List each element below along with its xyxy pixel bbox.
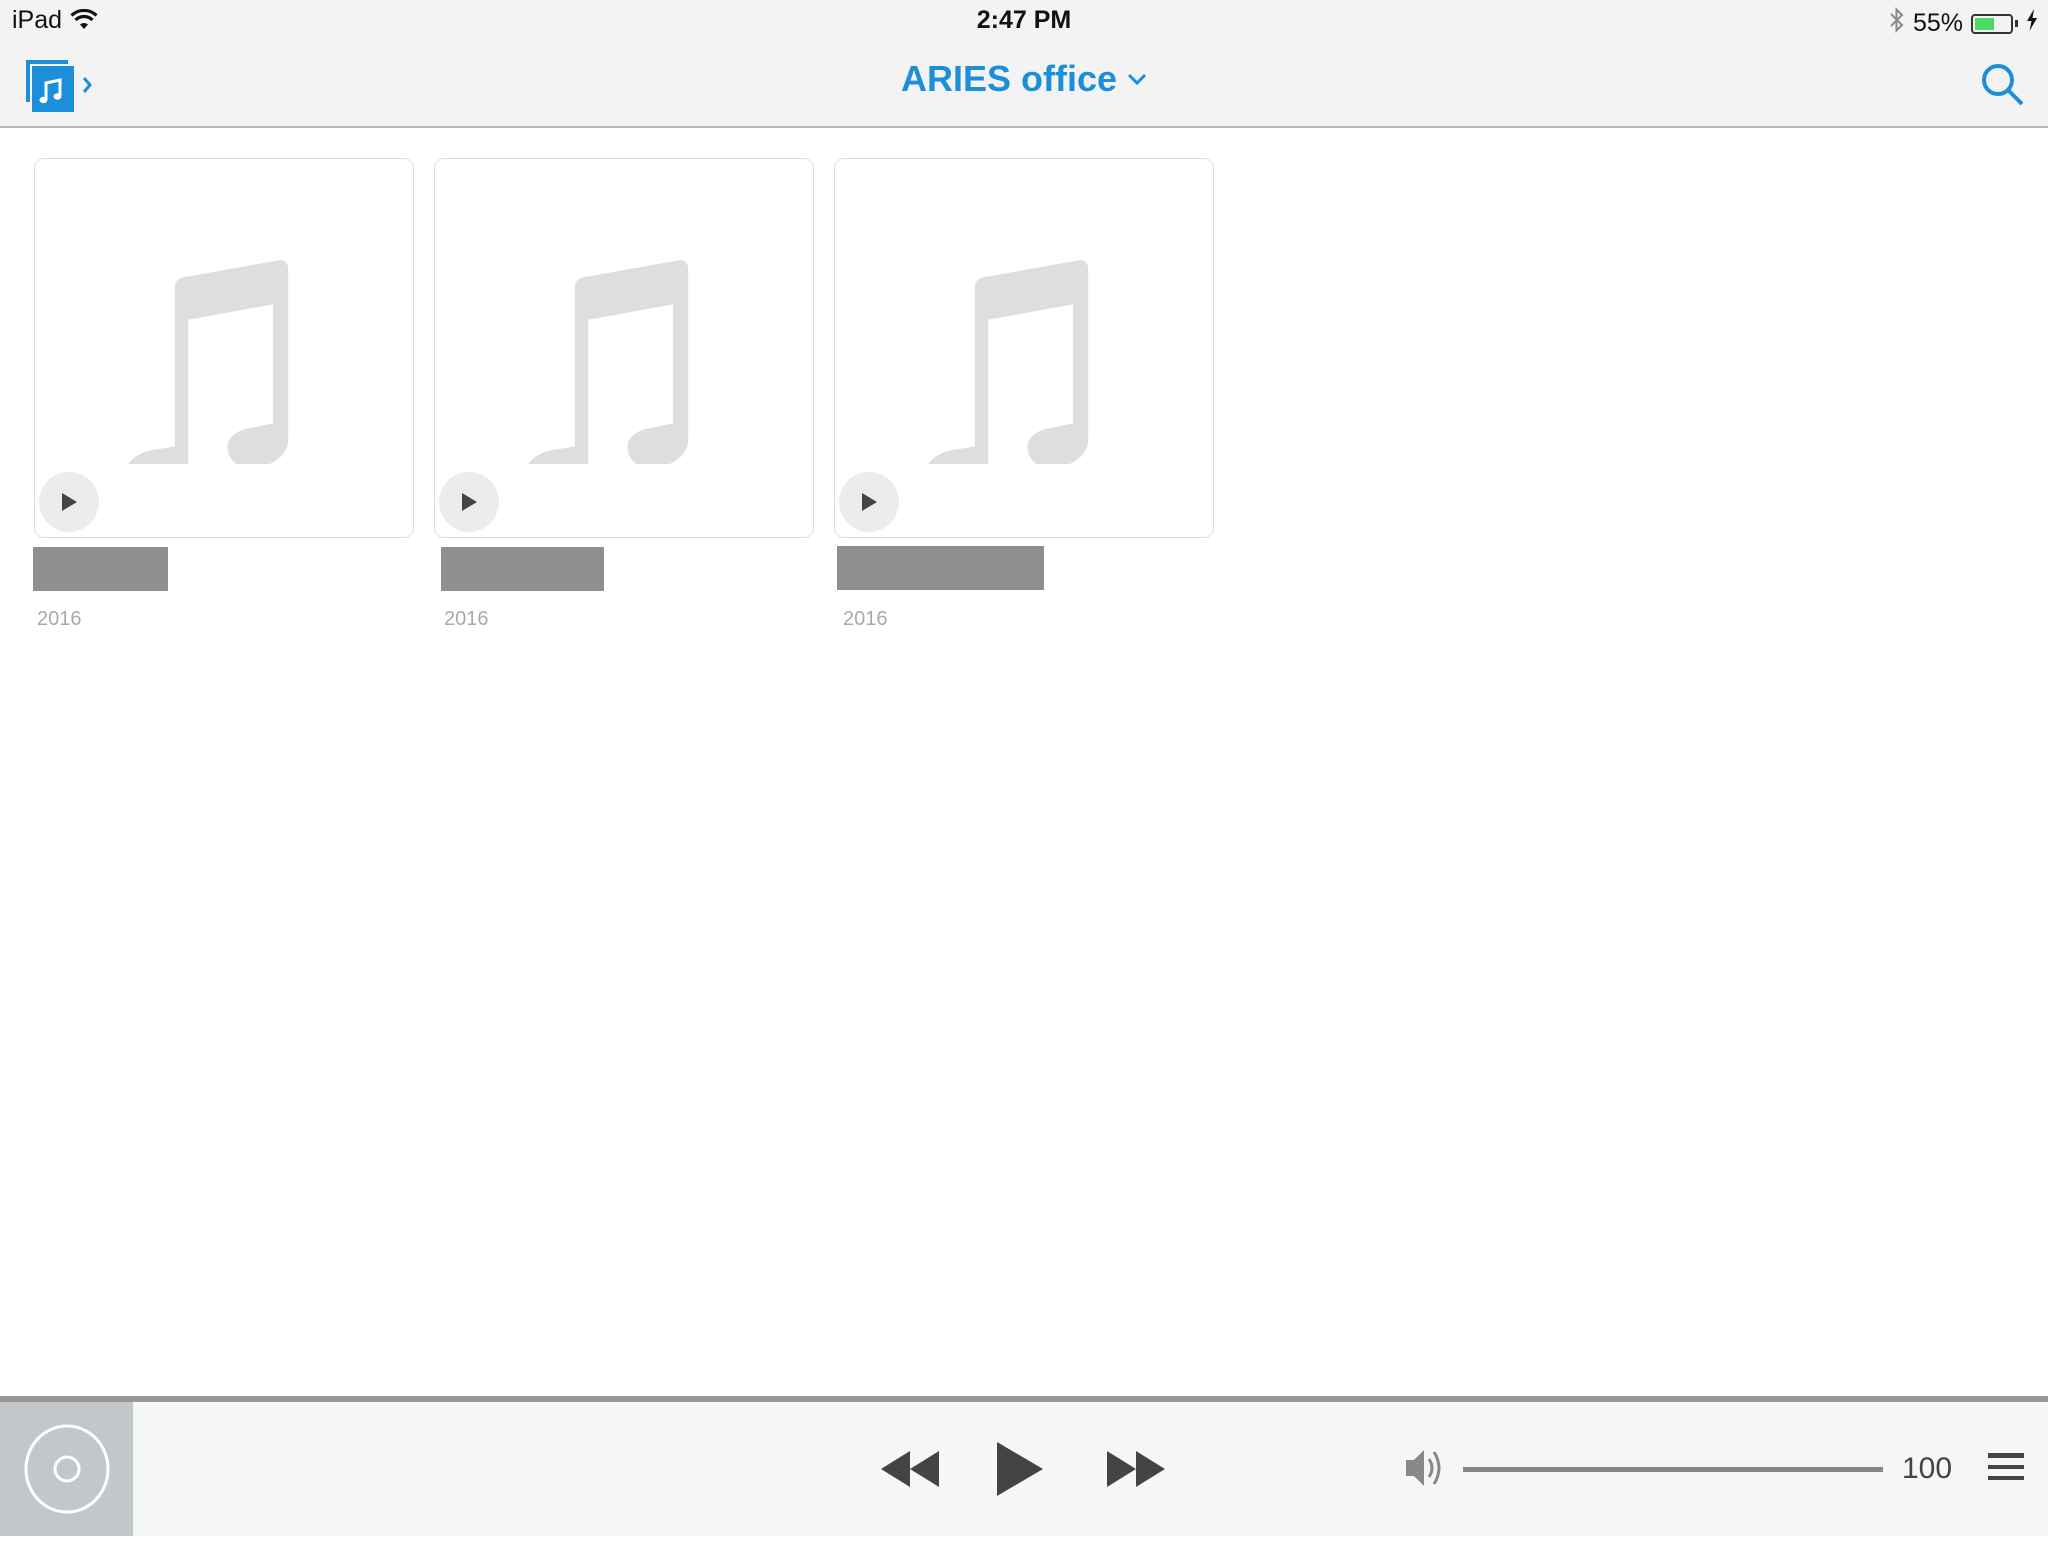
battery-icon [1971,13,2013,34]
album-title-redacted[interactable] [441,547,604,591]
play-album-button[interactable] [439,472,499,532]
album-title-redacted[interactable] [33,547,168,591]
search-icon [1982,64,2024,106]
play-icon [862,493,877,511]
music-note-icon [528,260,689,464]
status-bar: iPad 2:47 PM 55% [0,0,2048,44]
search-button[interactable] [1980,62,2026,108]
play-button[interactable] [996,1402,1056,1536]
zone-selector-button[interactable]: ARIES office [901,58,1147,100]
music-note-icon [128,260,289,464]
volume-button[interactable] [1404,1446,1448,1495]
zone-button[interactable] [0,1402,133,1536]
speaker-zone-icon [24,1424,110,1514]
album-art[interactable] [434,158,814,538]
play-icon [997,1442,1043,1496]
album-art[interactable] [34,158,414,538]
chevron-down-icon [1127,73,1147,86]
rewind-icon [881,1451,939,1487]
play-icon [62,493,77,511]
album-year: 2016 [37,608,82,630]
bluetooth-icon [1889,6,1905,41]
play-album-button[interactable] [839,472,899,532]
album-art[interactable] [834,158,1214,538]
zone-title: ARIES office [900,58,1118,99]
volume-value: 100 [1902,1452,1953,1485]
queue-button[interactable] [1988,1452,2024,1484]
battery-level [1975,17,1994,30]
album-title-redacted[interactable] [837,546,1044,590]
album-year: 2016 [444,608,489,630]
player-bar: 100 [0,1402,2048,1536]
play-icon [462,493,477,511]
queue-list-icon [1988,1453,2024,1480]
battery-nub [2015,20,2018,27]
battery-percent: 55% [1912,9,1963,37]
fast-forward-button[interactable] [1106,1402,1186,1536]
navigation-bar: ARIES office [0,44,2048,128]
rewind-button[interactable] [880,1402,960,1536]
play-album-button[interactable] [39,472,99,532]
fast-forward-icon [1107,1451,1165,1487]
volume-icon [1406,1450,1441,1486]
music-note-icon [928,260,1089,464]
album-year: 2016 [843,608,888,630]
volume-slider[interactable] [1463,1467,1883,1472]
clock: 2:47 PM [976,6,1072,34]
charging-bolt-icon [2026,9,2038,38]
